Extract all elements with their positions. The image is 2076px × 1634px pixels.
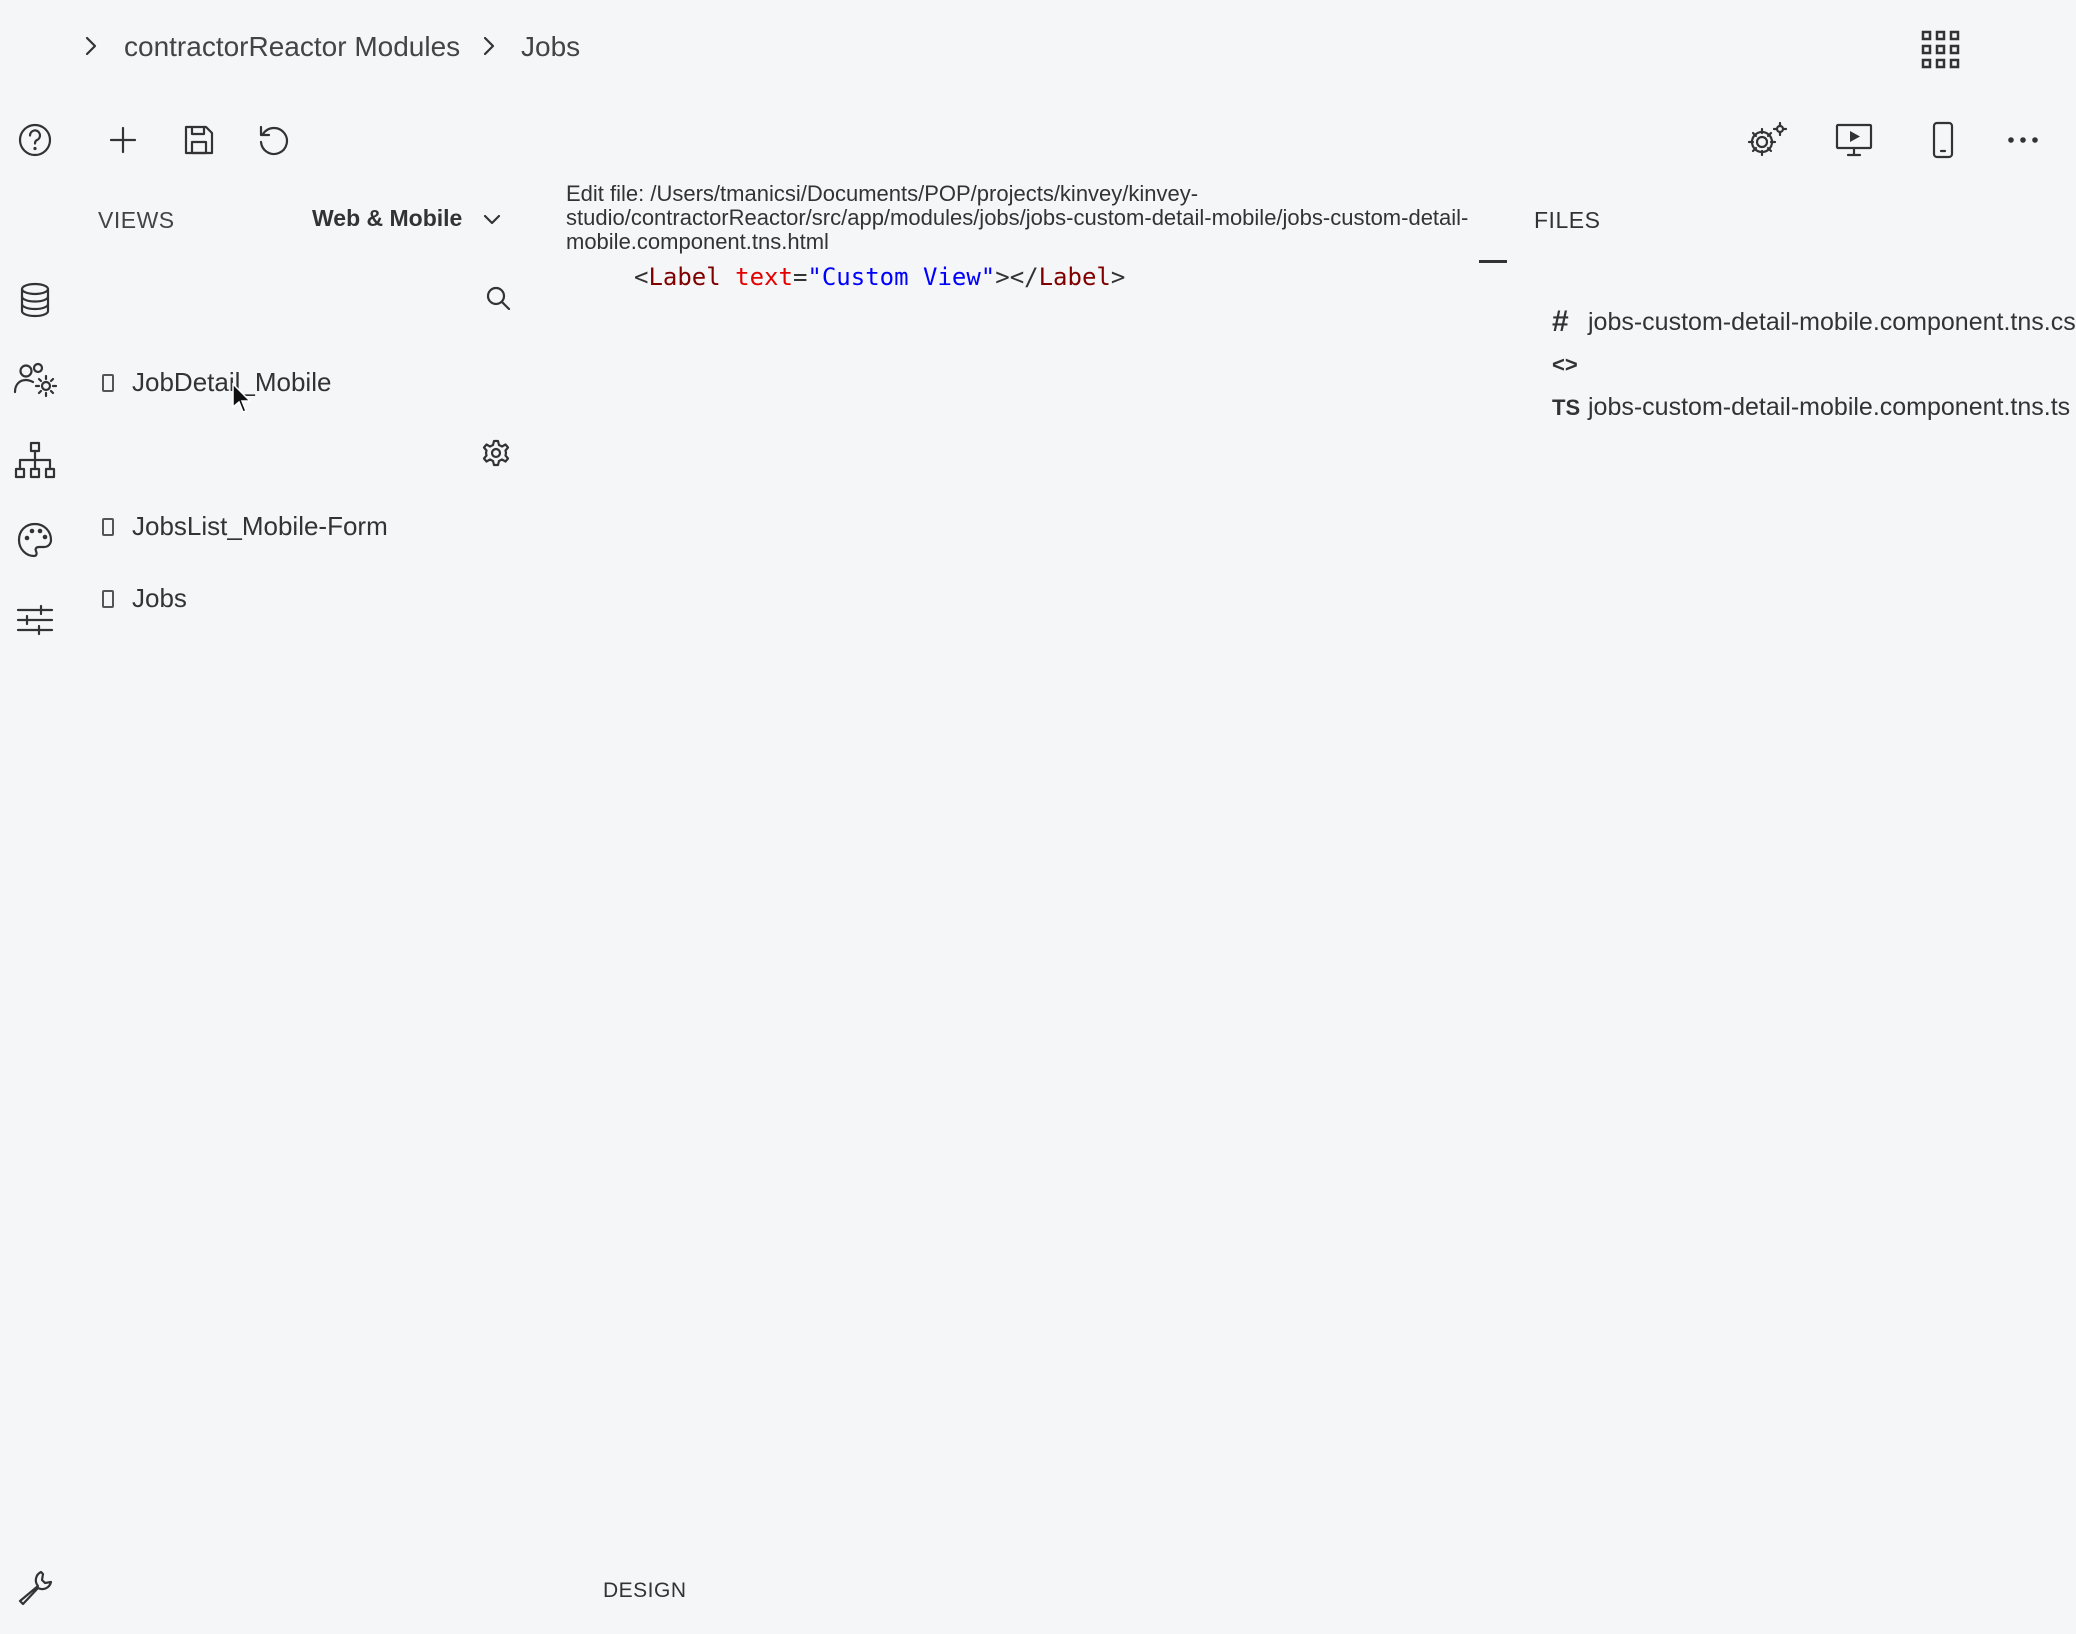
search-icon[interactable] [485,285,511,311]
mobile-view-icon [102,589,114,608]
code-attribute: text [735,263,793,291]
palette-icon[interactable] [15,520,55,560]
file-item-ts[interactable]: TS jobs-custom-detail-mobile.component.t… [1552,393,2070,422]
views-header: VIEWS [98,207,175,233]
file-item-css[interactable]: # jobs-custom-detail-mobile.component.tn… [1552,305,2076,339]
platform-dropdown-value: Web & Mobile [312,205,463,231]
code-punctuation: > [1110,263,1126,291]
mobile-device-icon[interactable] [1923,120,1963,160]
chevron-right-icon [80,35,102,57]
view-settings-gear-icon[interactable] [482,439,510,467]
platform-dropdown[interactable]: Web & Mobile [312,205,502,232]
code-punctuation: ></ [995,263,1039,291]
ts-file-icon: TS [1552,394,1581,420]
breadcrumb-item-jobs[interactable]: Jobs [521,31,580,63]
file-name: jobs-custom-detail-mobile.component.tns.… [1588,393,2071,421]
mouse-cursor-icon [232,383,252,415]
code-editor-line[interactable]: <Label text="Custom View"></Label> [634,263,1125,291]
users-settings-icon[interactable] [12,360,58,400]
settings-gear-icon[interactable] [1745,120,1789,160]
view-item-jobdetail-mobile[interactable]: JobDetail_Mobile [102,367,331,398]
mobile-view-icon [102,517,114,536]
edit-file-path: Edit file: /Users/tmanicsi/Documents/POP… [566,181,1469,254]
minimize-icon[interactable] [1479,260,1507,263]
html-file-icon: <> [1552,352,1578,377]
chevron-down-icon [482,209,502,229]
code-string: "Custom View" [807,263,996,291]
breadcrumb-item-modules[interactable]: contractorReactor Modules [124,31,460,63]
wrench-icon[interactable] [15,1568,55,1608]
add-icon[interactable] [103,120,143,160]
undo-icon[interactable] [253,120,293,160]
help-icon[interactable] [15,120,55,160]
tab-design[interactable]: DESIGN [603,1579,687,1603]
hierarchy-icon[interactable] [13,440,57,480]
view-item-jobs[interactable]: Jobs [102,583,187,614]
sliders-icon[interactable] [15,600,55,640]
view-item-label: JobsList_Mobile-Form [132,511,388,541]
css-file-icon: # [1552,305,1569,338]
files-header: FILES [1534,207,1601,233]
save-icon[interactable] [179,120,219,160]
view-item-label: Jobs [132,583,187,613]
view-item-jobslist-mobile-form[interactable]: JobsList_Mobile-Form [102,511,388,542]
file-name: jobs-custom-detail-mobile.component.tns.… [1588,307,2076,336]
more-options-icon[interactable] [2003,120,2043,160]
chevron-right-icon [478,35,500,57]
mobile-view-icon [102,373,114,392]
code-punctuation: < [634,263,649,291]
file-item-html[interactable]: <> [1552,352,1588,378]
code-tag: Label [648,263,721,291]
code-punctuation: = [792,263,808,291]
preview-desktop-icon[interactable] [1834,120,1874,160]
database-icon[interactable] [15,280,55,320]
app-grid-icon[interactable] [1921,30,1961,70]
code-tag: Label [1038,263,1111,291]
